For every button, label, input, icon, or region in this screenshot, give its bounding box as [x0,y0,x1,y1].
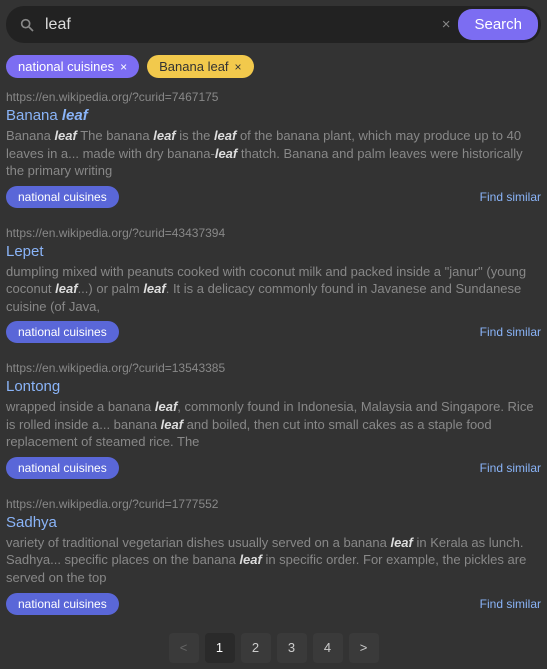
highlight: leaf [161,417,183,432]
filter-chip-label: Banana leaf [159,59,228,74]
search-icon [19,17,35,33]
result-tag[interactable]: national cuisines [6,321,119,343]
highlight: leaf [214,128,236,143]
result-snippet: variety of traditional vegetarian dishes… [6,534,541,587]
find-similar-link[interactable]: Find similar [480,325,541,339]
highlight: leaf [390,535,412,550]
result-tag[interactable]: national cuisines [6,186,119,208]
highlight: leaf [55,281,77,296]
pagination: <1234> [6,633,541,663]
filter-chip-remove[interactable]: × [235,60,242,74]
filter-chip[interactable]: Banana leaf × [147,55,253,78]
highlight: leaf [153,128,175,143]
result-footer: national cuisines Find similar [6,186,541,208]
result-title[interactable]: Lontong [6,378,541,395]
search-button[interactable]: Search [458,9,538,40]
text-fragment: variety of traditional vegetarian dishes… [6,535,390,550]
result-tag[interactable]: national cuisines [6,593,119,615]
text-fragment: Sadhya [6,514,57,531]
text-fragment: Banana [6,128,54,143]
search-result: https://en.wikipedia.org/?curid=7467175 B… [6,86,541,216]
result-url[interactable]: https://en.wikipedia.org/?curid=1777552 [6,497,541,511]
text-fragment: Lepet [6,243,44,260]
result-snippet: Banana leaf The banana leaf is the leaf … [6,127,541,180]
search-result: https://en.wikipedia.org/?curid=1777552 S… [6,493,541,623]
filter-chip[interactable]: national cuisines × [6,55,139,78]
result-url[interactable]: https://en.wikipedia.org/?curid=43437394 [6,226,541,240]
highlight: leaf [155,399,177,414]
result-title[interactable]: Banana leaf [6,107,541,124]
results-list: https://en.wikipedia.org/?curid=7467175 B… [6,86,541,623]
filter-chip-label: national cuisines [18,59,114,74]
search-input[interactable] [41,10,434,40]
find-similar-link[interactable]: Find similar [480,190,541,204]
search-result: https://en.wikipedia.org/?curid=43437394… [6,222,541,352]
highlight: leaf [215,146,237,161]
result-tag[interactable]: national cuisines [6,457,119,479]
clear-search-button[interactable]: × [434,16,459,33]
text-fragment: Lontong [6,378,60,395]
find-similar-link[interactable]: Find similar [480,461,541,475]
result-url[interactable]: https://en.wikipedia.org/?curid=13543385 [6,361,541,375]
result-title[interactable]: Lepet [6,243,541,260]
pagination-page[interactable]: 2 [241,633,271,663]
result-snippet: wrapped inside a banana leaf, commonly f… [6,398,541,451]
result-url[interactable]: https://en.wikipedia.org/?curid=7467175 [6,90,541,104]
highlight: leaf [54,128,76,143]
pagination-page[interactable]: 1 [205,633,235,663]
pagination-page[interactable]: 4 [313,633,343,663]
filter-chips: national cuisines × Banana leaf × [6,55,541,78]
highlight: leaf [143,281,165,296]
filter-chip-remove[interactable]: × [120,60,127,74]
text-fragment: wrapped inside a banana [6,399,155,414]
result-snippet: dumpling mixed with peanuts cooked with … [6,263,541,316]
text-fragment: is the [176,128,214,143]
highlight: leaf [239,552,261,567]
text-fragment: ...) or palm [78,281,144,296]
pagination-next[interactable]: > [349,633,379,663]
result-footer: national cuisines Find similar [6,457,541,479]
highlight: leaf [62,107,88,124]
result-title[interactable]: Sadhya [6,514,541,531]
pagination-prev[interactable]: < [169,633,199,663]
search-bar: × Search [6,6,541,43]
text-fragment: Banana [6,107,62,124]
find-similar-link[interactable]: Find similar [480,597,541,611]
result-footer: national cuisines Find similar [6,321,541,343]
result-footer: national cuisines Find similar [6,593,541,615]
pagination-page[interactable]: 3 [277,633,307,663]
search-result: https://en.wikipedia.org/?curid=13543385… [6,357,541,487]
text-fragment: The banana [77,128,153,143]
